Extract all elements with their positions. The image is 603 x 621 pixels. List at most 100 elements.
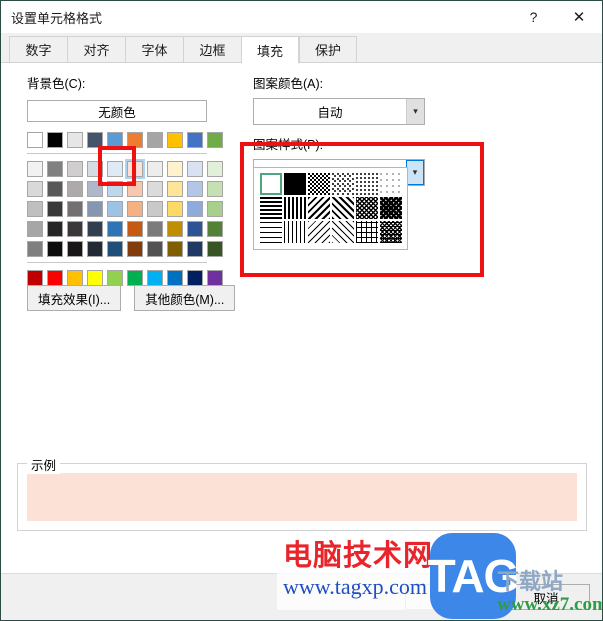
color-swatch-tint-4-3[interactable] [87,241,103,257]
tab-font[interactable]: 字体 [125,36,183,63]
color-swatch-tint-1-1[interactable] [47,181,63,197]
color-swatch-tint-3-0[interactable] [27,221,43,237]
no-color-button[interactable]: 无颜色 [27,100,207,122]
color-swatch-tint-0-6[interactable] [147,161,163,177]
pattern-option-up-diagonal-thin[interactable] [332,221,354,243]
color-swatch-tint-3-4[interactable] [107,221,123,237]
color-swatch-tint-3-8[interactable] [187,221,203,237]
color-swatch-standard-1[interactable] [47,270,63,286]
color-swatch-tint-2-8[interactable] [187,201,203,217]
color-swatch-tint-1-3[interactable] [87,181,103,197]
color-swatch-tint-4-2[interactable] [67,241,83,257]
color-swatch-tint-2-4[interactable] [107,201,123,217]
chevron-down-icon[interactable]: ▾ [406,99,424,124]
color-swatch-tint-2-9[interactable] [207,201,223,217]
color-swatch-tint-1-7[interactable] [167,181,183,197]
color-swatch-tint-0-4[interactable] [107,161,123,177]
color-swatch-tint-2-7[interactable] [167,201,183,217]
color-swatch-theme-0[interactable] [27,132,43,148]
color-swatch-tint-3-9[interactable] [207,221,223,237]
pattern-option-dots-25[interactable] [332,173,354,195]
color-swatch-tint-4-7[interactable] [167,241,183,257]
color-swatch-tint-1-8[interactable] [187,181,203,197]
color-swatch-standard-2[interactable] [67,270,83,286]
tab-number[interactable]: 数字 [9,36,67,63]
color-swatch-standard-5[interactable] [127,270,143,286]
pattern-option-trellis[interactable] [380,221,402,243]
color-swatch-tint-0-9[interactable] [207,161,223,177]
pattern-option-horizontal-thin[interactable] [260,221,282,243]
color-swatch-tint-1-2[interactable] [67,181,83,197]
color-swatch-theme-8[interactable] [187,132,203,148]
color-swatch-tint-4-6[interactable] [147,241,163,257]
ok-button[interactable]: 确定 [405,584,493,610]
close-icon[interactable]: ✕ [556,1,602,33]
color-swatch-tint-1-9[interactable] [207,181,223,197]
color-swatch-tint-4-9[interactable] [207,241,223,257]
color-swatch-tint-3-5[interactable] [127,221,143,237]
tab-border[interactable]: 边框 [183,36,241,63]
color-swatch-tint-3-1[interactable] [47,221,63,237]
color-swatch-tint-4-8[interactable] [187,241,203,257]
fill-effects-button[interactable]: 填充效果(I)... [27,285,122,311]
color-swatch-tint-4-1[interactable] [47,241,63,257]
color-swatch-theme-1[interactable] [47,132,63,148]
color-swatch-standard-0[interactable] [27,270,43,286]
color-swatch-tint-0-1[interactable] [47,161,63,177]
more-colors-button[interactable]: 其他颜色(M)... [134,285,236,311]
color-swatch-theme-4[interactable] [107,132,123,148]
chevron-down-icon[interactable]: ▾ [406,160,424,185]
pattern-option-dots-75[interactable] [284,173,306,195]
color-swatch-tint-0-7[interactable] [167,161,183,177]
color-swatch-standard-7[interactable] [167,270,183,286]
pattern-option-down-diagonal-thin[interactable] [308,221,330,243]
color-swatch-tint-2-1[interactable] [47,201,63,217]
color-swatch-theme-9[interactable] [207,132,223,148]
color-swatch-tint-1-6[interactable] [147,181,163,197]
color-swatch-tint-4-5[interactable] [127,241,143,257]
pattern-option-up-diagonal-thick[interactable] [332,197,354,219]
color-swatch-tint-2-6[interactable] [147,201,163,217]
color-swatch-theme-2[interactable] [67,132,83,148]
pattern-option-dots-12[interactable] [356,173,378,195]
color-swatch-standard-6[interactable] [147,270,163,286]
tab-alignment[interactable]: 对齐 [67,36,125,63]
color-swatch-theme-5[interactable] [127,132,143,148]
pattern-option-dots-6[interactable] [380,173,402,195]
color-swatch-theme-6[interactable] [147,132,163,148]
color-swatch-tint-1-4[interactable] [107,181,123,197]
color-swatch-tint-3-3[interactable] [87,221,103,237]
pattern-option-vertical-thin[interactable] [284,221,306,243]
pattern-style-dropdown-panel[interactable] [253,167,408,250]
pattern-option-grid-thin[interactable] [356,221,378,243]
color-swatch-tint-0-8[interactable] [187,161,203,177]
pattern-color-combo[interactable]: 自动 ▾ [253,98,425,125]
color-swatch-tint-0-5[interactable] [125,159,145,179]
color-swatch-tint-2-5[interactable] [127,201,143,217]
help-button[interactable]: ? [511,1,556,33]
color-swatch-tint-0-3[interactable] [87,161,103,177]
color-swatch-tint-0-0[interactable] [27,161,43,177]
color-swatch-tint-4-4[interactable] [107,241,123,257]
pattern-option-down-diagonal-thick[interactable] [308,197,330,219]
color-swatch-tint-1-5[interactable] [127,181,143,197]
cancel-button[interactable]: 取消 [502,584,590,610]
color-swatch-standard-4[interactable] [107,270,123,286]
pattern-option-vertical-thick[interactable] [284,197,306,219]
color-swatch-standard-9[interactable] [207,270,223,286]
color-swatch-tint-3-7[interactable] [167,221,183,237]
pattern-option-checker-coarse[interactable] [380,197,402,219]
color-swatch-theme-7[interactable] [167,132,183,148]
tab-protection[interactable]: 保护 [299,36,357,63]
color-swatch-standard-3[interactable] [87,270,103,286]
pattern-option-dots-50[interactable] [308,173,330,195]
color-swatch-standard-8[interactable] [187,270,203,286]
color-swatch-tint-1-0[interactable] [27,181,43,197]
color-swatch-tint-3-2[interactable] [67,221,83,237]
color-swatch-tint-2-2[interactable] [67,201,83,217]
color-swatch-tint-3-6[interactable] [147,221,163,237]
color-swatch-tint-2-0[interactable] [27,201,43,217]
tab-fill[interactable]: 填充 [241,36,299,64]
color-swatch-tint-0-2[interactable] [67,161,83,177]
color-swatch-theme-3[interactable] [87,132,103,148]
